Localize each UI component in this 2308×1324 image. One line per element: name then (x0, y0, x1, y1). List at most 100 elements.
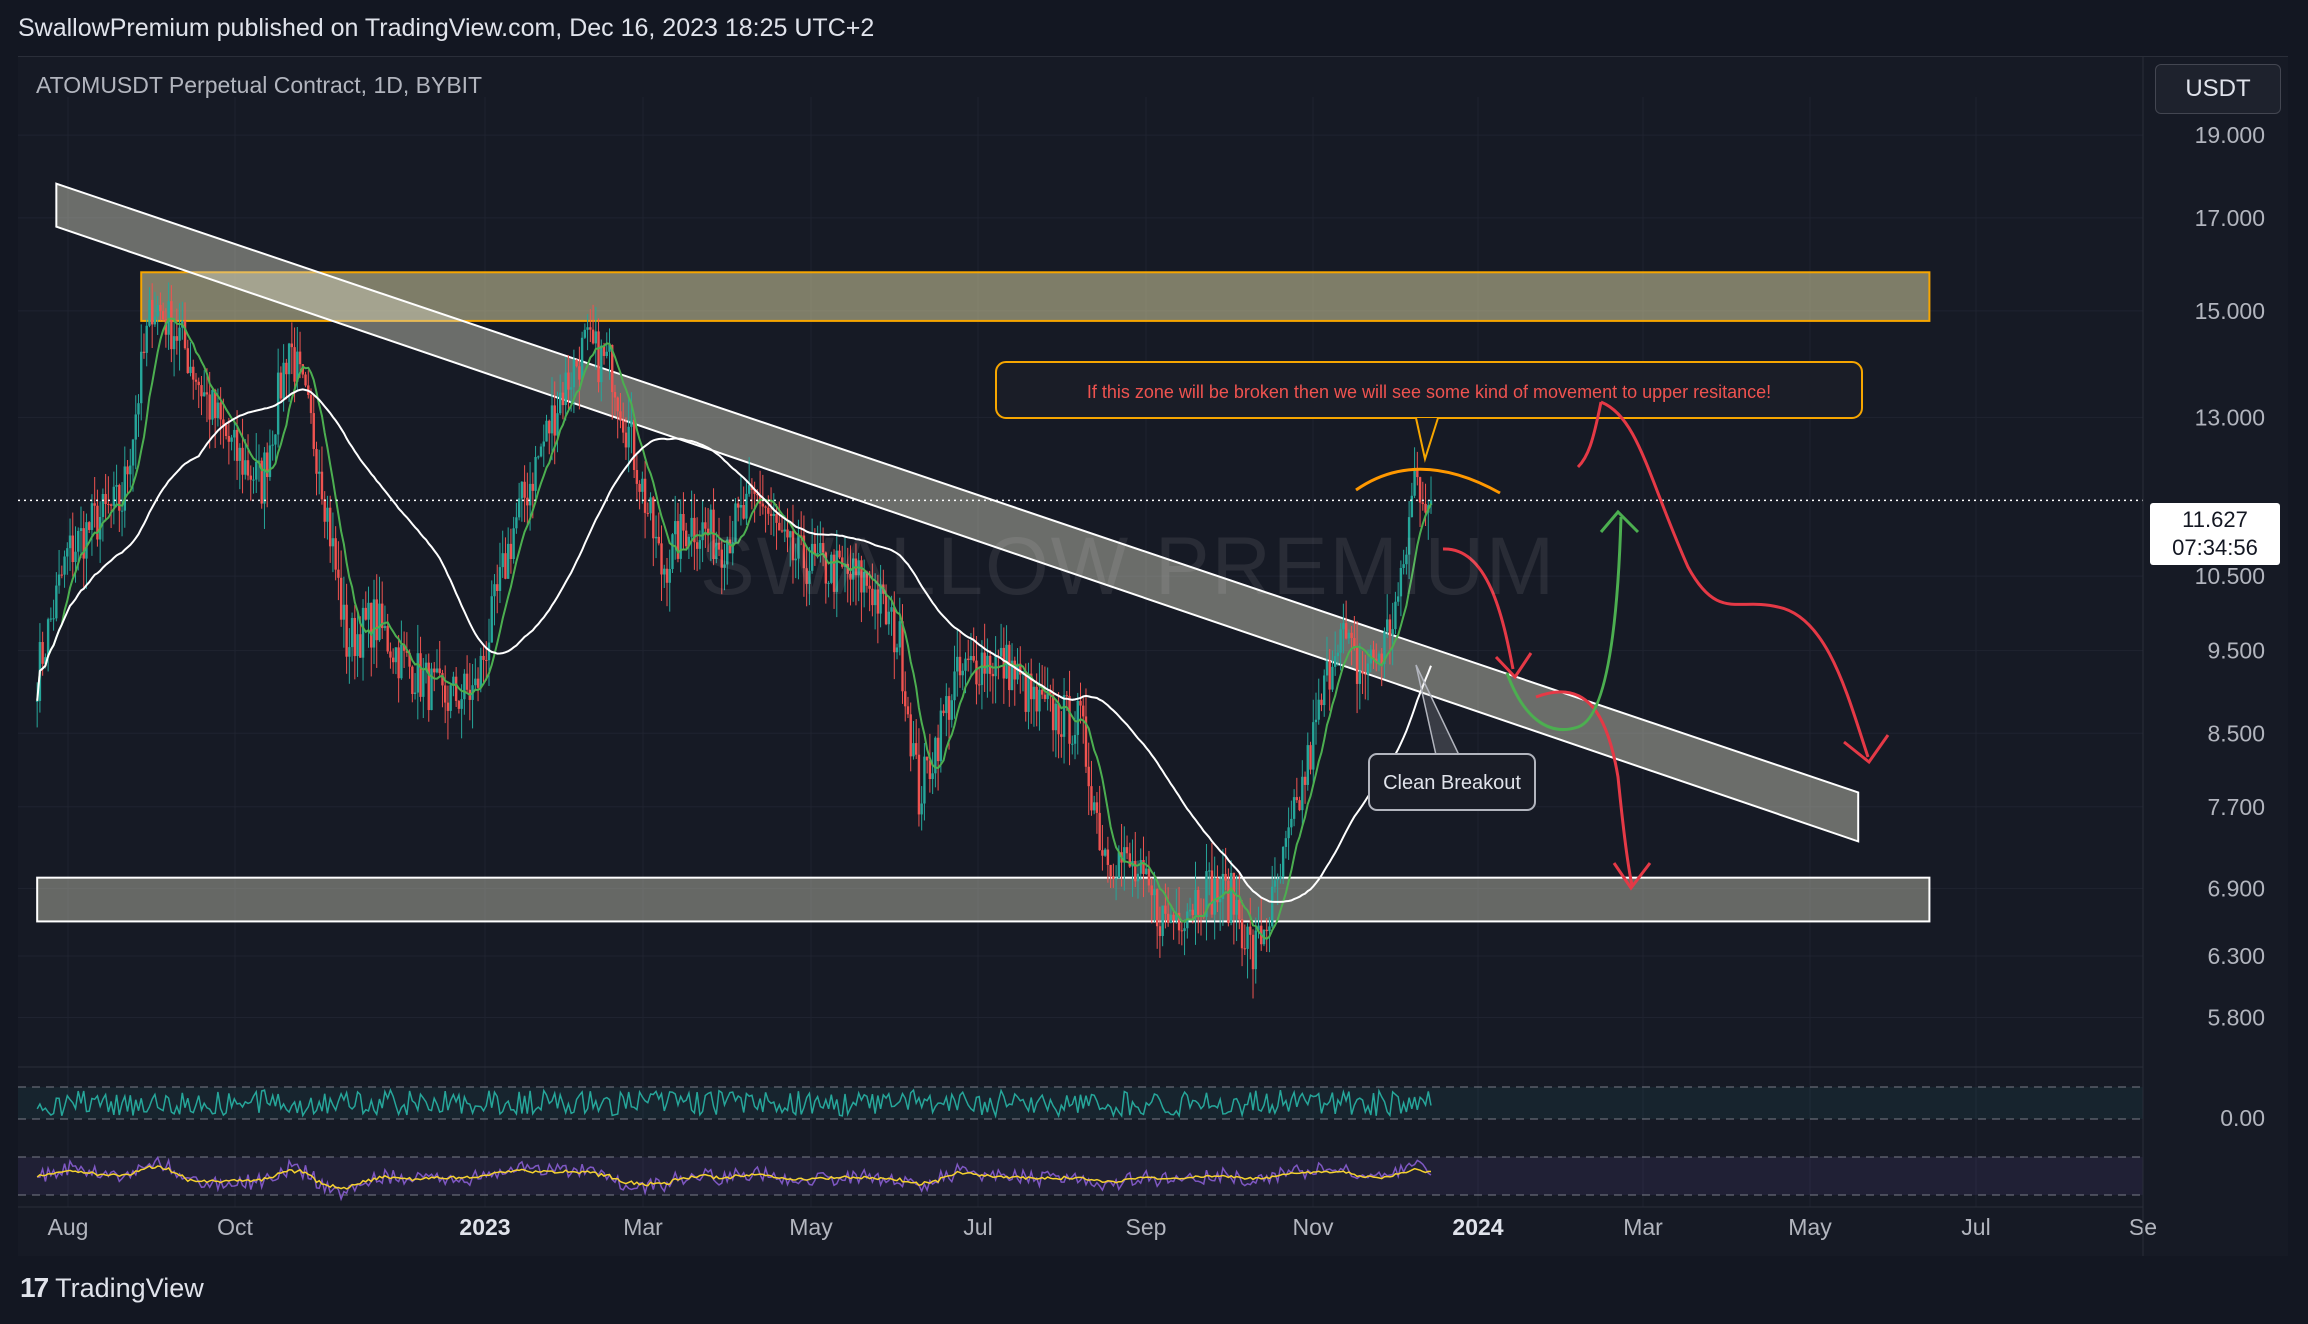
candle-body (1331, 666, 1334, 690)
candle-body (1145, 868, 1148, 875)
candle-body (1183, 928, 1186, 932)
symbol-title[interactable]: ATOMUSDT Perpetual Contract, 1D, BYBIT (36, 72, 482, 99)
candle-body (931, 773, 934, 780)
candle-body (1276, 878, 1279, 881)
candle-body (1366, 663, 1370, 675)
candle-body (386, 626, 389, 652)
candle-body (663, 568, 666, 575)
candle-body (52, 618, 55, 620)
candle-body (613, 392, 617, 398)
candle-body (339, 577, 343, 620)
candle-body (1424, 503, 1427, 513)
candle-body (79, 528, 83, 532)
candle-body (1158, 926, 1162, 937)
candle-body (1281, 846, 1285, 878)
candle-body (285, 362, 288, 375)
candle-body (690, 517, 693, 537)
candle-body (904, 691, 907, 707)
candle-body (120, 510, 124, 512)
candle-body (334, 538, 337, 570)
candle-body (435, 668, 439, 673)
candle-body (684, 530, 688, 547)
candle-body (1350, 632, 1353, 639)
candle-body (109, 504, 113, 506)
tradingview-logo[interactable]: 17 TradingView (20, 1272, 204, 1304)
candle-countdown: 07:34:56 (2172, 535, 2258, 560)
candle-body (961, 670, 964, 676)
candle-body (983, 652, 986, 674)
candle-body (1391, 629, 1394, 636)
candle-body (153, 316, 157, 325)
candle-body (1240, 919, 1244, 949)
candle-body (1191, 909, 1194, 916)
candle-body (375, 599, 378, 641)
candle-body (1353, 638, 1356, 647)
candle-body (364, 607, 367, 620)
y-tick-label: 15.000 (2195, 298, 2265, 324)
rsi-band (18, 1157, 2143, 1195)
candle-body (591, 329, 595, 344)
candle-body (1287, 827, 1290, 839)
candle-body (567, 372, 570, 390)
candle-body (1347, 632, 1351, 639)
candle-body (665, 568, 669, 583)
candle-body (1270, 886, 1274, 927)
y-tick-label: 19.000 (2195, 122, 2265, 148)
candle-body (679, 513, 682, 559)
candle-body (520, 481, 524, 499)
candle-body (895, 647, 899, 653)
candle-body (1040, 689, 1044, 695)
candle-body (619, 411, 622, 421)
candle-body (643, 478, 647, 513)
candle-body (71, 535, 74, 563)
candle-body (504, 553, 507, 579)
candle-body (1279, 877, 1282, 879)
candle-body (460, 699, 463, 709)
candle-body (1224, 873, 1227, 881)
candle-body (208, 394, 211, 420)
candle-body (942, 710, 945, 714)
candle-body (674, 521, 677, 535)
candle-body (1128, 853, 1131, 867)
candle-body (1301, 776, 1304, 811)
candle-body (224, 424, 228, 437)
candle-body (1421, 502, 1425, 504)
candle-body (1114, 878, 1118, 880)
watermark-text: SWALLOW PREMIUM (700, 521, 1557, 612)
candle-body (397, 647, 400, 679)
currency-button[interactable]: USDT (2155, 64, 2281, 114)
candle-body (55, 585, 58, 619)
candle-body (241, 447, 244, 475)
candle-body (356, 634, 359, 657)
chart-area[interactable]: If this zone will be broken then we will… (18, 56, 2288, 1257)
candle-body (654, 536, 658, 539)
candle-body (200, 385, 203, 397)
price-chart[interactable]: If this zone will be broken then we will… (18, 57, 2288, 1257)
candle-body (348, 647, 351, 657)
candle-body (490, 596, 493, 643)
candle-body (624, 432, 628, 448)
y-tick-label: 9.500 (2207, 638, 2265, 664)
candle-body (194, 379, 198, 382)
breakout-text: Clean Breakout (1383, 772, 1521, 794)
candle-body (159, 304, 162, 312)
candle-body (389, 651, 392, 658)
y-tick-label: 6.900 (2207, 875, 2265, 901)
candle-body (1235, 899, 1238, 915)
candle-body (641, 478, 644, 492)
candle-body (526, 497, 529, 506)
candle-body (556, 413, 559, 436)
candle-body (416, 653, 420, 693)
candle-body (104, 494, 107, 505)
x-tick-label: Jul (1961, 1214, 1990, 1240)
candle-body (542, 441, 545, 447)
candle-body (958, 656, 962, 676)
candle-body (35, 700, 39, 702)
candle-body (761, 503, 765, 507)
candle-body (975, 660, 978, 685)
candle-body (411, 666, 414, 695)
candle-body (977, 684, 981, 686)
candle-body (638, 483, 641, 492)
candle-body (947, 696, 951, 720)
candle-body (183, 320, 187, 349)
